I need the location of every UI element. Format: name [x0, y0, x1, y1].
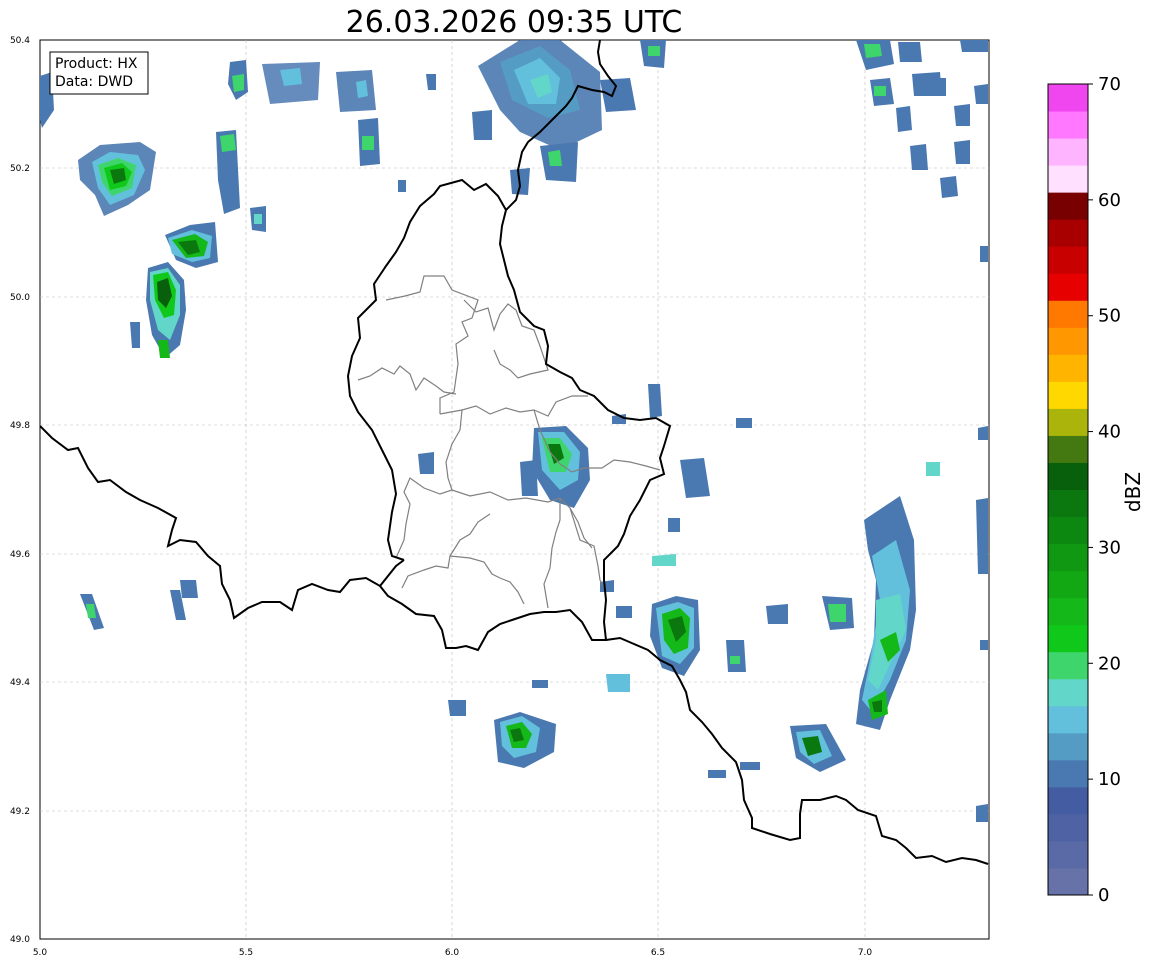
- data-source-label: Data: DWD: [55, 74, 133, 90]
- colorbar-segment: [1048, 462, 1088, 490]
- colorbar-segment: [1048, 273, 1088, 301]
- colorbar-tick-label: 40: [1098, 422, 1121, 443]
- colorbar-segment: [1048, 381, 1088, 409]
- colorbar-tick-label: 0: [1098, 885, 1109, 906]
- radar-map-figure: 26.03.2026 09:35 UTC Product: HX Data: D…: [10, 5, 1145, 958]
- map-title: 26.03.2026 09:35 UTC: [346, 5, 683, 40]
- x-tick-label: 6.5: [651, 948, 665, 958]
- colorbar-segment: [1048, 813, 1088, 842]
- colorbar-segment: [1048, 138, 1088, 166]
- colorbar: 0 10 20 30 40 50 60 70 dBZ: [1047, 74, 1145, 906]
- colorbar-segment: [1048, 489, 1088, 518]
- colorbar-segment: [1048, 84, 1088, 112]
- y-tick-label: 50.0: [10, 293, 30, 303]
- colorbar-segment: [1048, 219, 1088, 247]
- y-tick-label: 49.6: [10, 550, 30, 560]
- x-tick-label: 5.0: [33, 948, 48, 958]
- colorbar-segment: [1048, 516, 1088, 545]
- x-axis-ticks: 5.0 5.5 6.0 6.5 7.0: [33, 948, 873, 958]
- colorbar-tick-label: 70: [1098, 74, 1121, 95]
- colorbar-segment: [1048, 354, 1088, 382]
- colorbar-segment: [1048, 192, 1088, 220]
- colorbar-segment: [1048, 165, 1088, 193]
- y-axis-ticks: 49.0 49.2 49.4 49.6 49.8 50.0 50.2 50.4: [10, 36, 30, 945]
- colorbar-segment: [1048, 678, 1088, 707]
- colorbar-segment: [1048, 624, 1088, 653]
- colorbar-ticks: 0 10 20 30 40 50 60 70: [1088, 74, 1121, 906]
- product-label: Product: HX: [55, 56, 138, 72]
- colorbar-tick-label: 30: [1098, 537, 1121, 558]
- y-tick-label: 49.8: [10, 421, 30, 431]
- colorbar-tick-label: 20: [1098, 653, 1121, 674]
- colorbar-segment: [1048, 543, 1088, 572]
- colorbar-segment: [1048, 300, 1088, 328]
- colorbar-title: dBZ: [1121, 472, 1145, 512]
- y-tick-label: 50.4: [10, 36, 30, 46]
- colorbar-segment: [1048, 705, 1088, 734]
- y-tick-label: 49.0: [10, 935, 30, 945]
- x-tick-label: 7.0: [858, 948, 873, 958]
- y-tick-label: 50.2: [10, 164, 30, 174]
- colorbar-segment: [1048, 867, 1088, 896]
- colorbar-tick-label: 50: [1098, 306, 1121, 327]
- colorbar-segment: [1048, 759, 1088, 788]
- colorbar-segment: [1048, 732, 1088, 761]
- colorbar-tick-label: 10: [1098, 769, 1121, 790]
- colorbar-segment: [1048, 786, 1088, 815]
- colorbar-segment: [1048, 840, 1088, 869]
- colorbar-tick-label: 60: [1098, 190, 1121, 211]
- colorbar-segments: [1048, 84, 1088, 896]
- y-tick-label: 49.2: [10, 807, 30, 817]
- colorbar-segment: [1048, 111, 1088, 139]
- x-tick-label: 6.0: [445, 948, 460, 958]
- colorbar-segment: [1048, 327, 1088, 355]
- colorbar-segment: [1048, 597, 1088, 626]
- colorbar-segment: [1048, 651, 1088, 680]
- colorbar-segment: [1048, 408, 1088, 436]
- colorbar-segment: [1048, 435, 1088, 463]
- product-info-box: Product: HX Data: DWD: [49, 51, 149, 95]
- colorbar-segment: [1048, 246, 1088, 274]
- y-tick-label: 49.4: [10, 678, 30, 688]
- colorbar-segment: [1048, 570, 1088, 599]
- x-tick-label: 5.5: [239, 948, 253, 958]
